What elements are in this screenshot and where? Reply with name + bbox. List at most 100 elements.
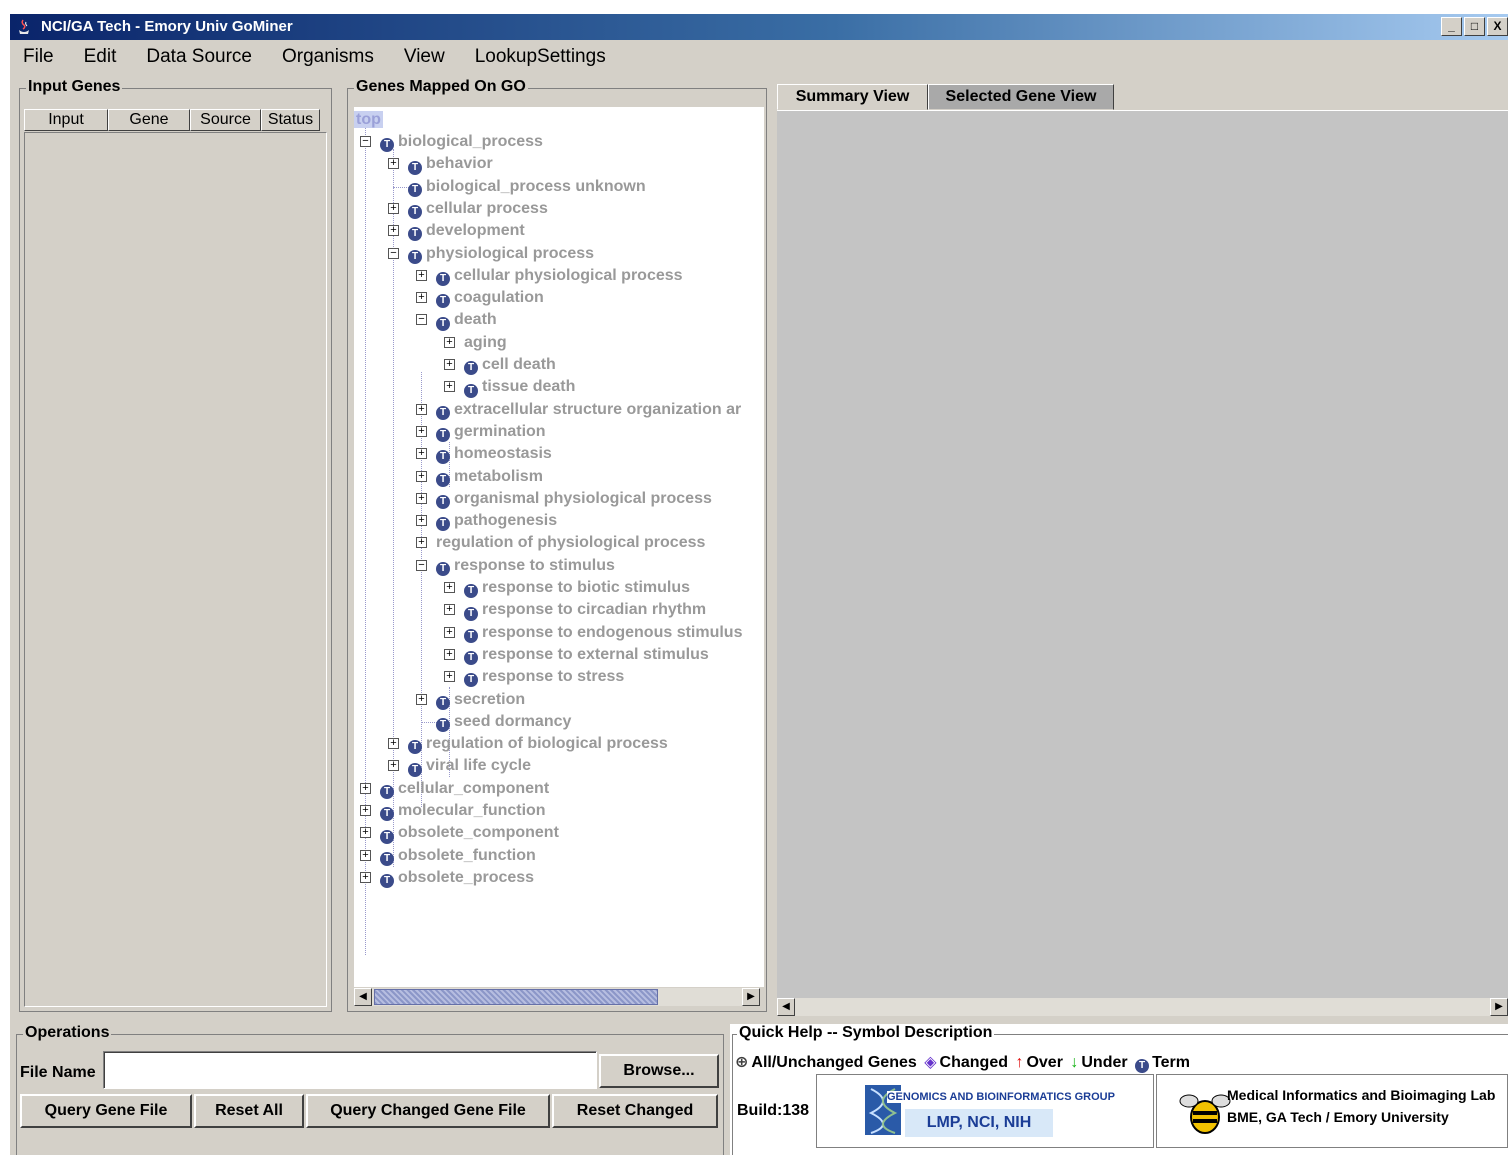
tree-expander-icon[interactable]: + bbox=[360, 849, 371, 861]
tree-node[interactable]: Tpathogenesis bbox=[436, 510, 557, 532]
tree-expander-icon[interactable]: + bbox=[416, 403, 427, 415]
tree-expander-icon[interactable]: + bbox=[444, 626, 455, 638]
tree-expander-icon[interactable]: + bbox=[388, 225, 399, 237]
tree-node[interactable]: Tcellular physiological process bbox=[436, 265, 683, 287]
summary-scroll-right-arrow-icon[interactable]: ▶ bbox=[1490, 998, 1508, 1016]
summary-horizontal-scrollbar[interactable]: ◀ ▶ bbox=[777, 998, 1508, 1016]
summary-scroll-left-arrow-icon[interactable]: ◀ bbox=[777, 998, 795, 1016]
tree-node[interactable]: Tresponse to endogenous stimulus bbox=[464, 622, 742, 644]
tree-node[interactable]: regulation of physiological process bbox=[436, 532, 705, 554]
tree-expander-icon[interactable]: + bbox=[444, 648, 455, 660]
tree-expander-icon[interactable]: + bbox=[416, 470, 427, 482]
tree-node[interactable]: Tviral life cycle bbox=[408, 755, 531, 777]
reset-all-button[interactable]: Reset All bbox=[194, 1094, 304, 1128]
tree-node[interactable]: Tbiological_process unknown bbox=[408, 176, 646, 198]
tab-selected-gene-view[interactable]: Selected Gene View bbox=[928, 84, 1114, 110]
tree-node[interactable]: Tresponse to stress bbox=[464, 666, 624, 688]
tree-expander-icon[interactable]: + bbox=[416, 425, 427, 437]
tree-expander-icon[interactable]: − bbox=[416, 314, 427, 326]
tree-node[interactable]: Tmetabolism bbox=[436, 466, 543, 488]
tree-node[interactable]: Tgermination bbox=[436, 421, 546, 443]
tree-expander-icon[interactable]: − bbox=[360, 136, 371, 147]
minimize-button[interactable]: _ bbox=[1441, 17, 1462, 36]
column-header-source[interactable]: Source bbox=[190, 109, 261, 131]
tree-node[interactable]: Torganismal physiological process bbox=[436, 488, 712, 510]
tree-expander-icon[interactable]: + bbox=[444, 671, 455, 683]
tree-expander-icon[interactable]: + bbox=[444, 359, 455, 370]
tree-expander-icon[interactable]: + bbox=[416, 292, 427, 304]
tree-expander-icon[interactable]: + bbox=[360, 805, 371, 816]
tree-node[interactable]: Tcell death bbox=[464, 354, 556, 376]
tree-horizontal-scrollbar[interactable]: ◀ ▶ bbox=[354, 988, 760, 1006]
query-changed-gene-file-button[interactable]: Query Changed Gene File bbox=[306, 1094, 550, 1128]
tree-expander-icon[interactable]: + bbox=[416, 515, 427, 527]
tree-expander-icon[interactable]: + bbox=[360, 782, 371, 794]
maximize-button[interactable]: □ bbox=[1464, 17, 1485, 36]
tree-expander-icon[interactable]: + bbox=[416, 537, 427, 549]
tree-expander-icon[interactable]: + bbox=[388, 738, 399, 750]
tree-node[interactable]: Textracellular structure organization ar bbox=[436, 399, 741, 421]
go-tree[interactable]: top − Tbiological_process + Tbehavior Tbiolo… bbox=[354, 107, 764, 987]
tree-node[interactable]: Tobsolete_component bbox=[380, 822, 559, 844]
column-header-status[interactable]: Status bbox=[261, 109, 320, 131]
tree-root[interactable]: top bbox=[354, 109, 383, 131]
tree-expander-icon[interactable]: + bbox=[416, 492, 427, 504]
menu-organisms[interactable]: Organisms bbox=[269, 43, 391, 71]
tree-node[interactable]: Tsecretion bbox=[436, 689, 525, 711]
tree-node[interactable]: Tresponse to stimulus bbox=[436, 555, 615, 577]
tree-node[interactable]: aging bbox=[464, 332, 507, 354]
tree-node[interactable]: Ttissue death bbox=[464, 376, 575, 398]
menu-edit[interactable]: Edit bbox=[71, 43, 134, 71]
tree-node[interactable]: Tcoagulation bbox=[436, 287, 544, 309]
tree-node[interactable]: Tbehavior bbox=[408, 153, 493, 175]
tree-node[interactable]: Tdeath bbox=[436, 309, 497, 331]
tree-expander-icon[interactable]: + bbox=[416, 693, 427, 705]
column-header-input[interactable]: Input bbox=[24, 109, 108, 131]
tree-node[interactable]: Tresponse to biotic stimulus bbox=[464, 577, 690, 599]
tree-expander-icon[interactable]: + bbox=[360, 871, 371, 883]
tree-node[interactable]: Tresponse to circadian rhythm bbox=[464, 599, 706, 621]
file-name-input[interactable] bbox=[103, 1051, 597, 1089]
column-header-gene[interactable]: Gene bbox=[108, 109, 190, 131]
menu-data-source[interactable]: Data Source bbox=[133, 43, 269, 71]
scroll-left-arrow-icon[interactable]: ◀ bbox=[354, 988, 372, 1006]
tree-expander-icon[interactable]: + bbox=[444, 604, 455, 616]
tree-expander-icon[interactable]: − bbox=[416, 559, 427, 571]
tree-node[interactable]: Tbiological_process bbox=[380, 131, 543, 153]
scroll-right-arrow-icon[interactable]: ▶ bbox=[742, 988, 760, 1006]
tree-expander-icon[interactable]: + bbox=[444, 582, 455, 593]
reset-changed-button[interactable]: Reset Changed bbox=[552, 1094, 718, 1128]
tree-expander-icon[interactable]: + bbox=[388, 760, 399, 772]
browse-button[interactable]: Browse... bbox=[599, 1054, 719, 1088]
title-bar[interactable]: NCI/GA Tech - Emory Univ GoMiner _ □ X bbox=[10, 14, 1508, 40]
input-genes-table-body[interactable] bbox=[24, 132, 327, 1007]
tree-node[interactable]: Tdevelopment bbox=[408, 220, 525, 242]
tree-expander-icon[interactable]: + bbox=[360, 827, 371, 839]
genomics-bioinformatics-group-logo[interactable]: GENOMICS AND BIOINFORMATICS GROUP LMP, N… bbox=[816, 1074, 1154, 1148]
tree-node[interactable]: Tcellular_component bbox=[380, 778, 549, 800]
tree-node[interactable]: Tregulation of biological process bbox=[408, 733, 668, 755]
menu-lookup-settings[interactable]: LookupSettings bbox=[462, 43, 623, 71]
tree-expander-icon[interactable]: − bbox=[388, 247, 399, 259]
tree-node[interactable]: Tcellular process bbox=[408, 198, 548, 220]
menu-view[interactable]: View bbox=[391, 43, 462, 71]
menu-file[interactable]: File bbox=[10, 43, 71, 71]
tree-expander-icon[interactable]: + bbox=[388, 158, 399, 170]
medical-informatics-lab-logo[interactable]: Medical Informatics and Bioimaging Lab B… bbox=[1156, 1074, 1508, 1148]
tree-node[interactable]: Tobsolete_process bbox=[380, 867, 534, 889]
tree-node[interactable]: Tobsolete_function bbox=[380, 845, 536, 867]
scrollbar-thumb[interactable] bbox=[374, 989, 658, 1005]
tree-node[interactable]: Tphysiological process bbox=[408, 243, 594, 265]
query-gene-file-button[interactable]: Query Gene File bbox=[20, 1094, 192, 1128]
tree-node[interactable]: Tmolecular_function bbox=[380, 800, 546, 822]
tree-node[interactable]: Tresponse to external stimulus bbox=[464, 644, 709, 666]
tree-expander-icon[interactable]: + bbox=[444, 381, 455, 393]
tree-expander-icon[interactable]: + bbox=[444, 336, 455, 348]
tree-expander-icon[interactable]: + bbox=[388, 202, 399, 214]
tab-summary-view[interactable]: Summary View bbox=[777, 84, 928, 110]
tree-node[interactable]: Tseed dormancy bbox=[436, 711, 571, 733]
tree-expander-icon[interactable]: + bbox=[416, 269, 427, 281]
tree-node[interactable]: Thomeostasis bbox=[436, 443, 552, 465]
tree-expander-icon[interactable]: + bbox=[416, 448, 427, 460]
close-button[interactable]: X bbox=[1487, 17, 1508, 36]
